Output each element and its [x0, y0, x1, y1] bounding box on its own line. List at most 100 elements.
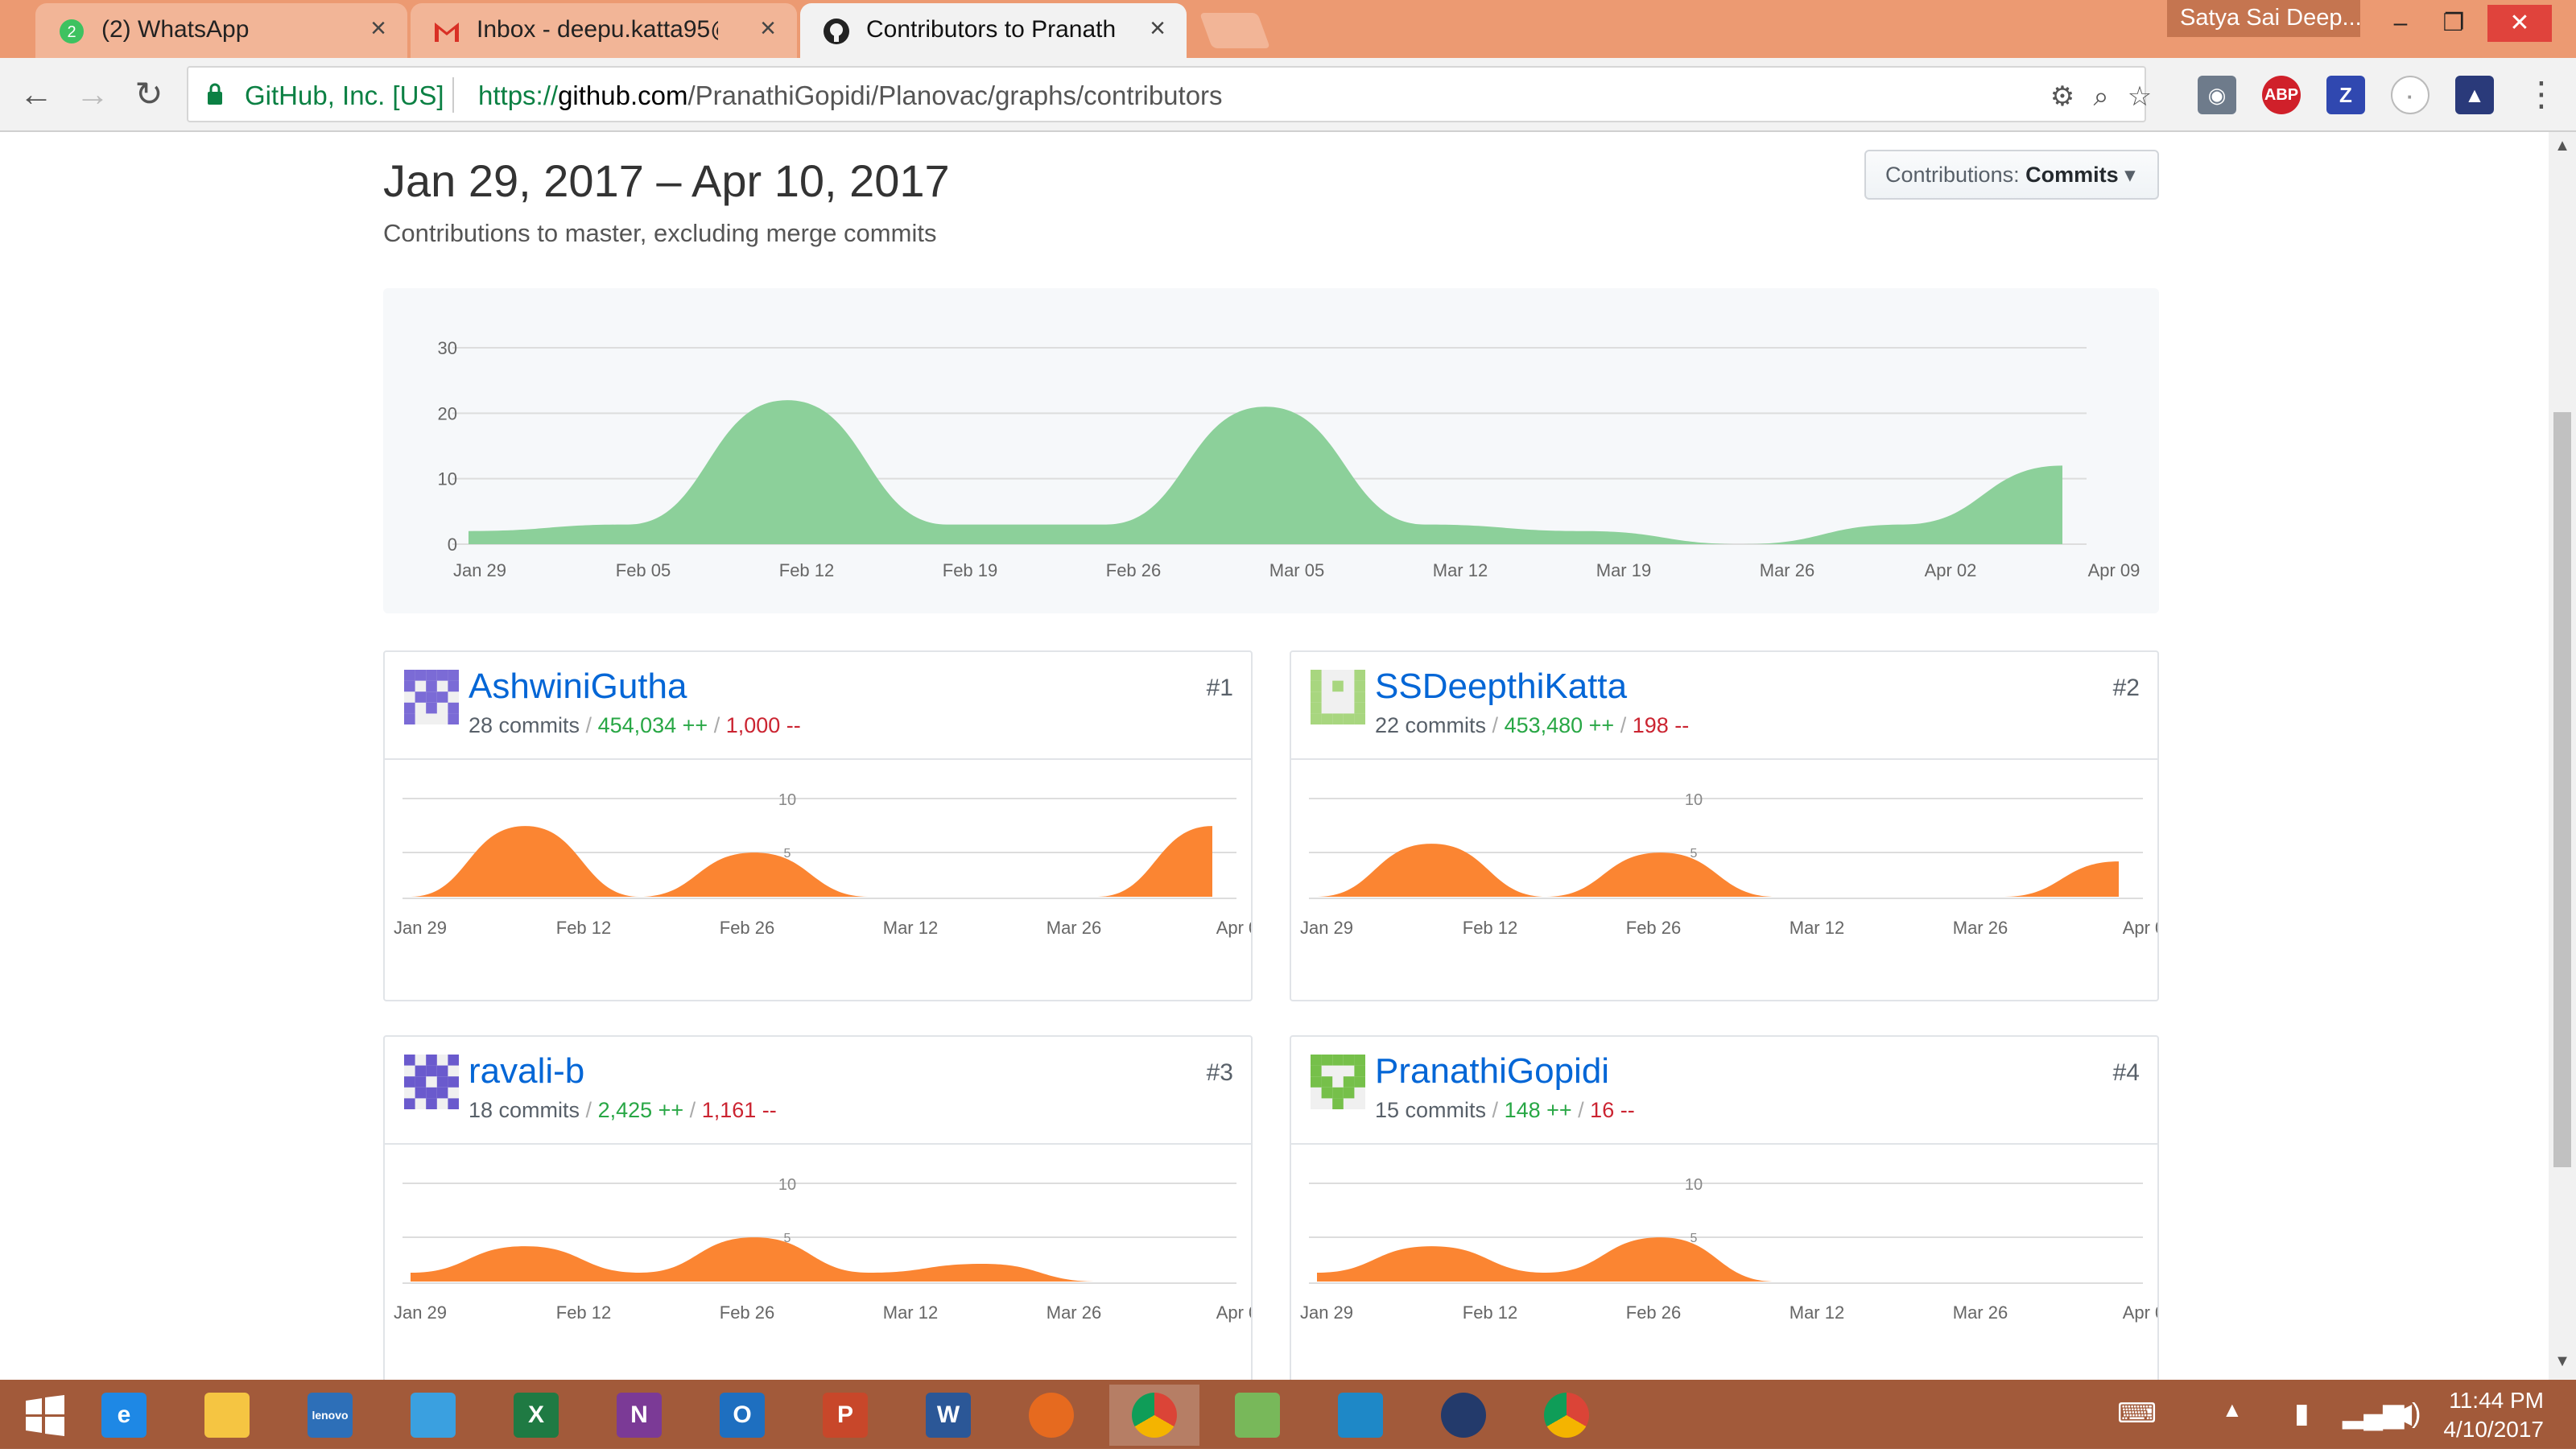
commits-area-series	[411, 1237, 1212, 1282]
ie-icon: e	[101, 1393, 147, 1438]
commits-area-series	[411, 826, 1212, 897]
chrome-2-taskbar-button[interactable]	[1521, 1385, 1612, 1446]
avatar-pixel	[426, 680, 437, 692]
translate-blocked-icon[interactable]: ⚙	[2046, 80, 2079, 113]
tab-title: Inbox - deepu.katta95@g	[477, 16, 718, 43]
scroll-down-arrow-icon[interactable]: ▼	[2553, 1352, 2571, 1371]
contributor-username-link[interactable]: ravali-b	[469, 1051, 584, 1092]
start-taskbar-button[interactable]	[0, 1385, 90, 1446]
avatar-pixel	[1311, 1076, 1322, 1088]
commits-area-series	[1317, 1237, 2119, 1282]
avatar-pixel	[415, 1087, 427, 1099]
contributions-chart: 30 20 10 0 Jan 29 Feb 05 Feb 12 Feb 19 Feb 26 Mar…	[383, 288, 2159, 613]
x-tick-label: Mar 19	[1596, 560, 1651, 580]
remote-app-taskbar-button[interactable]	[1315, 1385, 1406, 1446]
file-explorer-taskbar-button[interactable]	[182, 1385, 272, 1446]
scrollbar-thumb[interactable]	[2553, 412, 2571, 1167]
system-clock[interactable]: 11:44 PM 4/10/2017	[2399, 1386, 2544, 1444]
eye-extension-icon[interactable]: ◉	[2198, 76, 2236, 114]
avatar-pixel	[1343, 713, 1355, 724]
contributor-stats: 22 commits / 453,480 ++ / 198 --	[1375, 713, 1690, 737]
powerpoint-taskbar-button[interactable]: P	[800, 1385, 890, 1446]
close-icon[interactable]: ×	[370, 13, 386, 44]
zotero-icon[interactable]: Z	[2326, 76, 2365, 114]
contributor-username-link[interactable]: PranathiGopidi	[1375, 1051, 1609, 1092]
firefox-taskbar-button[interactable]	[1006, 1385, 1096, 1446]
y-tick-label: 30	[438, 338, 457, 358]
avatar-pixel	[426, 1055, 437, 1066]
scroll-up-arrow-icon[interactable]: ▲	[2553, 137, 2571, 155]
address-bar[interactable]: GitHub, Inc. [US] https://github.com/Pra…	[187, 66, 2152, 122]
avatar-pixel	[1321, 1087, 1333, 1099]
profile-button[interactable]: Satya Sai Deep...	[2167, 0, 2360, 37]
x-tick-label: Mar 26	[1953, 1302, 2008, 1323]
x-tick-label: Mar 12	[1790, 1302, 1844, 1323]
contributor-card-header: PranathiGopidi #4 15 commits / 148 ++ / …	[1291, 1037, 2157, 1145]
url-text[interactable]: https://github.com/PranathiGopidi/Planov…	[478, 80, 1223, 111]
speedometer-icon	[1441, 1393, 1486, 1438]
tab-github-contributors[interactable]: Contributors to PranathiG ×	[800, 3, 1187, 58]
chrome-taskbar-button[interactable]	[1109, 1385, 1199, 1446]
close-icon[interactable]: ×	[760, 13, 776, 44]
close-icon[interactable]: ×	[1150, 13, 1166, 44]
contributor-username-link[interactable]: SSDeepthiKatta	[1375, 667, 1627, 707]
adblock-plus-icon[interactable]: ABP	[2262, 76, 2301, 114]
lenovo-taskbar-button[interactable]: lenovo	[285, 1385, 375, 1446]
restore-icon[interactable]: ❐	[2421, 5, 2486, 42]
avatar-pixel	[1354, 713, 1365, 724]
avatar-pixel	[448, 670, 459, 681]
y-tick-label: 10	[1685, 791, 1703, 809]
x-tick-label: Feb 12	[1463, 918, 1518, 938]
speedometer-taskbar-button[interactable]	[1418, 1385, 1509, 1446]
x-tick-label: Apr 0	[2123, 918, 2157, 938]
contributor-card: ravali-b #3 18 commits / 2,425 ++ / 1,16…	[383, 1035, 1253, 1380]
reload-icon[interactable]: ↻	[129, 74, 169, 114]
contributor-stats: 28 commits / 454,034 ++ / 1,000 --	[469, 713, 801, 737]
battery-icon[interactable]: ▮	[2294, 1397, 2310, 1430]
show-hidden-icons-icon[interactable]: ▲	[2222, 1397, 2243, 1422]
android-studio-taskbar-button[interactable]	[1212, 1385, 1302, 1446]
store-taskbar-button[interactable]	[388, 1385, 478, 1446]
keyboard-icon[interactable]: ⌨	[2117, 1397, 2157, 1430]
github-icon	[824, 19, 849, 44]
contributions-dropdown-button[interactable]: Contributions: Commits ▾	[1864, 150, 2159, 200]
tab-strip: 2 (2) WhatsApp × Inbox - deepu.katta95@g…	[0, 0, 2576, 58]
caret-down-icon: ▾	[2124, 163, 2136, 187]
ie-taskbar-button[interactable]: e	[79, 1385, 169, 1446]
onenote-taskbar-button[interactable]: N	[594, 1385, 684, 1446]
avatar-pixel	[436, 1087, 448, 1099]
extension-icon[interactable]: ·	[2391, 76, 2429, 114]
avatar-pixel	[1332, 680, 1344, 692]
new-tab-button[interactable]	[1199, 13, 1271, 48]
avatar-pixel	[415, 1065, 427, 1077]
avatar	[404, 1055, 459, 1109]
excel-taskbar-button[interactable]: X	[491, 1385, 581, 1446]
x-tick-label: Feb 19	[943, 560, 998, 580]
back-arrow-icon[interactable]: ←	[16, 74, 56, 114]
contributor-rank: #3	[1206, 1059, 1233, 1086]
contributor-username-link[interactable]: AshwiniGutha	[469, 667, 687, 707]
avatar-pixel	[426, 1065, 437, 1077]
avatar-pixel	[448, 1098, 459, 1109]
x-tick-label: Feb 26	[1106, 560, 1162, 580]
menu-icon[interactable]: ⋮	[2521, 74, 2562, 114]
forward-arrow-icon[interactable]: →	[72, 74, 113, 114]
x-tick-label: Feb 26	[1626, 918, 1682, 938]
speed-extension-icon[interactable]: ▲	[2455, 76, 2494, 114]
window-close-icon[interactable]: ✕	[2487, 5, 2552, 42]
android-studio-icon	[1235, 1393, 1280, 1438]
zoom-icon[interactable]: ⌕	[2085, 80, 2117, 113]
star-icon[interactable]: ☆	[2124, 80, 2156, 113]
page-content: Jan 29, 2017 – Apr 10, 2017 Contribution…	[0, 132, 2549, 1380]
tab-gmail[interactable]: Inbox - deepu.katta95@g ×	[411, 3, 797, 58]
avatar-pixel	[426, 691, 437, 703]
tab-title: Contributors to PranathiG	[866, 16, 1116, 43]
outlook-taskbar-button[interactable]: O	[697, 1385, 787, 1446]
remote-app-icon	[1338, 1393, 1383, 1438]
tab-whatsapp[interactable]: 2 (2) WhatsApp ×	[35, 3, 407, 58]
contributor-commit-chart: 105Jan 29Feb 12Feb 26Mar 12Mar 26Apr 0	[394, 791, 1251, 938]
x-tick-label: Mar 26	[1046, 1302, 1101, 1323]
y-tick-label: 10	[1685, 1176, 1703, 1194]
avatar-pixel	[448, 702, 459, 714]
word-taskbar-button[interactable]: W	[903, 1385, 993, 1446]
